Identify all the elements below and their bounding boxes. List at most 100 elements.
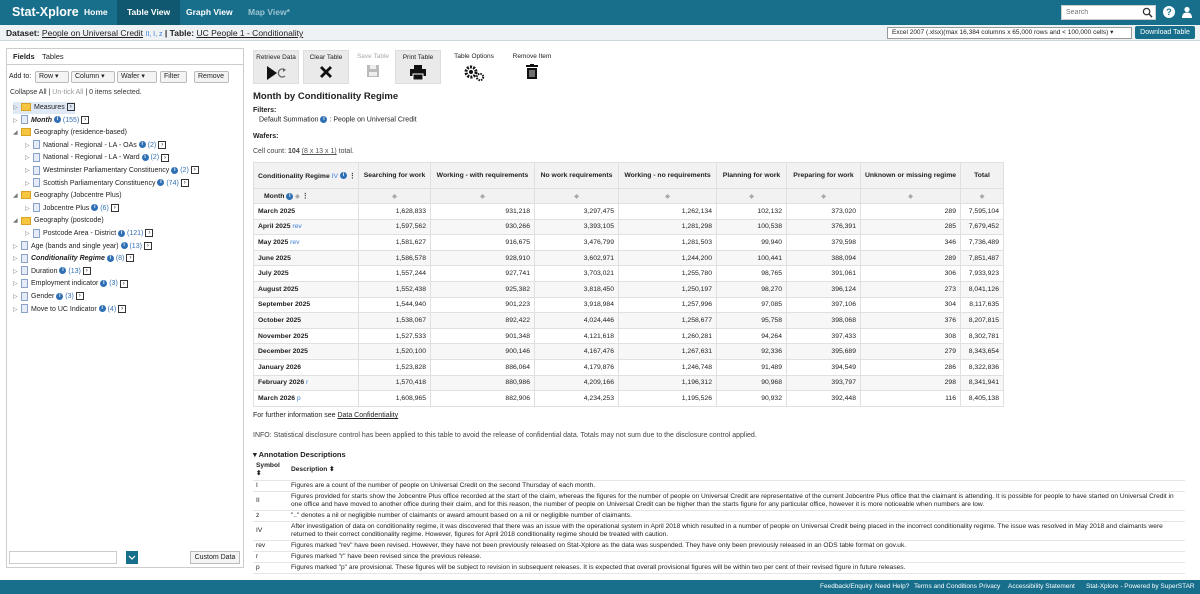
expand-toggle-icon[interactable]: ▷ <box>25 140 33 152</box>
tree-item[interactable]: ▷ Duration i (13) › <box>13 266 91 278</box>
row-label-cell[interactable]: February 2026 r <box>253 374 359 392</box>
tree-item[interactable]: ▷ Scottish Parliamentary Constituency i (… <box>25 178 189 190</box>
add-column-button[interactable]: Column ▾ <box>71 71 115 83</box>
row-label-cell[interactable]: August 2025 <box>253 280 359 298</box>
dataset-link[interactable]: People on Universal Credit <box>42 28 143 38</box>
add-field-arrow-icon[interactable]: › <box>158 140 167 149</box>
help-icon[interactable]: ? <box>1163 6 1175 18</box>
footer-link-feedback[interactable]: Feedback/Enquiry <box>820 583 872 590</box>
add-field-arrow-icon[interactable]: › <box>110 203 119 212</box>
custom-data-button[interactable]: Custom Data <box>190 551 240 564</box>
tree-item[interactable]: ▷ Age (bands and single year) i (13) › <box>13 241 152 253</box>
tree-item[interactable]: ▷ Month i (155) › <box>13 115 90 127</box>
remove-item-button[interactable]: Remove Item <box>509 50 555 84</box>
user-icon[interactable] <box>1181 6 1193 18</box>
row-label-cell[interactable]: May 2025 rev <box>253 234 359 251</box>
add-field-arrow-icon[interactable]: › <box>66 103 75 112</box>
column-dimension-header[interactable]: Conditionality Regime IV i ⋮ <box>253 162 359 189</box>
info-icon[interactable]: i <box>120 242 128 250</box>
data-confidentiality-link[interactable]: Data Confidentiality <box>337 412 398 419</box>
info-icon[interactable]: i <box>138 141 146 149</box>
clear-table-button[interactable]: Clear Table <box>303 50 349 84</box>
info-icon[interactable]: i <box>157 179 165 187</box>
search-icon[interactable] <box>1142 7 1153 18</box>
download-format-select[interactable]: Excel 2007 (.xlsx)(max 16,384 columns x … <box>887 27 1132 39</box>
column-header[interactable]: Total <box>960 162 1004 189</box>
row-label-cell[interactable]: March 2026 p <box>253 390 359 407</box>
row-label-cell[interactable]: April 2025 rev <box>253 218 359 236</box>
info-icon[interactable]: i <box>141 154 149 162</box>
expand-toggle-icon[interactable]: ▷ <box>13 278 21 290</box>
expand-toggle-icon[interactable]: ▷ <box>25 165 33 177</box>
info-icon[interactable]: i <box>91 204 99 212</box>
collapse-toggle-icon[interactable]: ◢ <box>13 190 21 202</box>
row-annotation[interactable]: rev <box>290 239 299 246</box>
footer-link-accessibility[interactable]: Accessibility Statement <box>1008 583 1075 590</box>
add-wafer-button[interactable]: Wafer ▾ <box>117 71 157 83</box>
app-logo[interactable]: Stat-Xplore <box>12 5 79 19</box>
expand-toggle-icon[interactable]: ▷ <box>13 253 21 265</box>
expand-toggle-icon[interactable]: ▷ <box>13 115 21 127</box>
add-field-arrow-icon[interactable]: › <box>145 229 154 238</box>
expand-toggle-icon[interactable]: ▷ <box>13 266 21 278</box>
add-row-button[interactable]: Row ▾ <box>35 71 69 83</box>
cell-count-dimensions[interactable]: (8 x 13 x 1) <box>302 148 337 155</box>
info-icon[interactable]: i <box>100 280 108 288</box>
tree-item[interactable]: ▷ Jobcentre Plus i (6) › <box>25 203 119 215</box>
field-search-input[interactable] <box>9 551 117 564</box>
expand-toggle-icon[interactable]: ▷ <box>25 178 33 190</box>
column-dimension-annotation[interactable]: IV <box>332 173 338 180</box>
column-menu-icon[interactable]: ⋮ <box>349 173 356 180</box>
tree-item[interactable]: ▷ Gender i (3) › <box>13 291 84 303</box>
info-icon[interactable]: i <box>106 254 114 262</box>
column-header[interactable]: Working - no requirements <box>618 162 717 189</box>
add-field-arrow-icon[interactable]: › <box>180 178 189 187</box>
column-header[interactable]: Unknown or missing regime <box>860 162 961 189</box>
description-column-header[interactable]: Description ⬍ <box>288 460 1185 481</box>
search-input[interactable] <box>1062 6 1140 19</box>
row-menu-icon[interactable]: ⋮ <box>302 193 309 200</box>
footer-link-privacy[interactable]: Privacy <box>979 583 1000 590</box>
annotation-heading[interactable]: ▾ Annotation Descriptions <box>253 450 346 459</box>
download-table-button[interactable]: Download Table <box>1135 26 1195 39</box>
sort-icon[interactable]: ◆ <box>358 188 431 204</box>
footer-link-help[interactable]: Need Help? <box>875 583 909 590</box>
footer-link-terms[interactable]: Terms and Conditions <box>914 583 977 590</box>
row-label-cell[interactable]: September 2025 <box>253 296 359 314</box>
tree-item[interactable]: ▷ Move to UC Indicator i (4) › <box>13 304 127 316</box>
add-field-arrow-icon[interactable]: › <box>118 304 127 313</box>
row-annotation[interactable]: p <box>297 395 301 402</box>
info-icon[interactable]: i <box>286 192 294 200</box>
table-name-link[interactable]: UC People 1 - Conditionality <box>196 28 303 38</box>
sort-icon[interactable]: ◆ <box>618 188 717 204</box>
dataset-annotations[interactable]: II, I, z <box>145 31 162 38</box>
tree-item[interactable]: ▷ Conditionality Regime i (8) › <box>13 253 135 265</box>
column-header[interactable]: Planning for work <box>716 162 787 189</box>
add-field-arrow-icon[interactable]: › <box>82 266 91 275</box>
add-field-arrow-icon[interactable]: › <box>75 292 84 301</box>
add-field-arrow-icon[interactable]: › <box>119 279 128 288</box>
column-header[interactable]: Searching for work <box>358 162 431 189</box>
tree-item[interactable]: ▷ Postcode Area - District i (121) › <box>25 228 154 240</box>
nav-table-view[interactable]: Table View <box>117 0 181 25</box>
row-label-cell[interactable]: January 2026 <box>253 358 359 376</box>
expand-toggle-icon[interactable]: ▷ <box>25 152 33 164</box>
tree-item[interactable]: ◢ Geography (Jobcentre Plus) <box>13 190 122 202</box>
add-filter-button[interactable]: Filter <box>160 71 187 83</box>
nav-home[interactable]: Home <box>74 0 118 25</box>
row-dimension-header[interactable]: Month i ◆ ⋮ <box>253 188 359 204</box>
info-icon[interactable]: i <box>53 116 61 124</box>
column-header[interactable]: Preparing for work <box>786 162 861 189</box>
add-field-arrow-icon[interactable]: › <box>81 115 90 124</box>
row-annotation[interactable]: rev <box>292 223 301 230</box>
row-label-cell[interactable]: July 2025 <box>253 265 359 282</box>
info-icon[interactable]: i <box>171 166 179 174</box>
info-icon[interactable]: i <box>98 305 106 313</box>
tree-item[interactable]: ▷ National - Regional - LA - Ward i (2) › <box>25 152 170 164</box>
sort-icon[interactable]: ◆ <box>295 194 300 200</box>
tab-fields[interactable]: Fields <box>13 52 35 61</box>
tree-item[interactable]: ▷ Measures › <box>13 102 75 114</box>
symbol-column-header[interactable]: Symbol ⬍ <box>253 460 288 481</box>
tree-item[interactable]: ▷ Employment indicator i (3) › <box>13 278 128 290</box>
sort-icon[interactable]: ◆ <box>960 188 1004 204</box>
